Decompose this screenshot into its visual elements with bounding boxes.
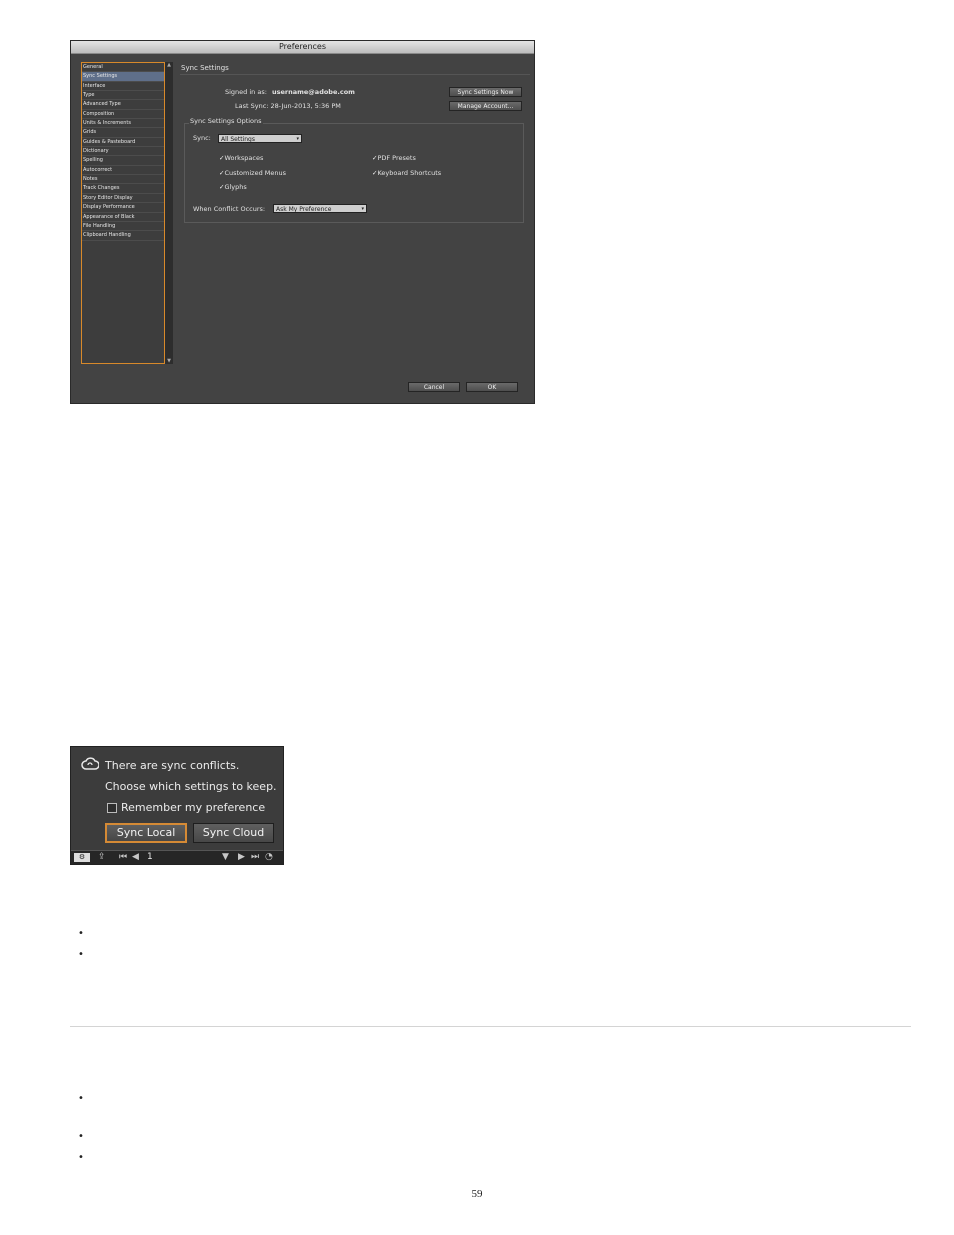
remember-preference-label: Remember my preference [121,801,266,814]
customized-menus-checkbox[interactable]: ✓Customized Menus [219,169,286,177]
sidebar-item-story-editor-display[interactable]: Story Editor Display [82,194,164,204]
sidebar-item-composition[interactable]: Composition [82,110,164,120]
next-page-icon[interactable]: ▶ [238,851,245,864]
page-menu-chevron-icon[interactable]: ▼ [222,851,229,864]
last-sync-text: Last Sync: 28-Jun-2013, 5:36 PM [235,102,341,110]
sidebar-item-advanced-type[interactable]: Advanced Type [82,100,164,110]
section-divider [70,1026,911,1027]
bullet-marker: • [78,1152,84,1163]
workspaces-checkbox[interactable]: ✓Workspaces [219,154,263,162]
sidebar-item-grids[interactable]: Grids [82,128,164,138]
sidebar-item-track-changes[interactable]: Track Changes [82,184,164,194]
sidebar-item-type[interactable]: Type [82,91,164,101]
keyboard-shortcuts-checkbox[interactable]: ✓Keyboard Shortcuts [372,169,441,177]
sync-dropdown-value: All Settings [221,136,255,143]
manage-account-button[interactable]: Manage Account... [449,101,522,111]
sync-settings-now-button[interactable]: Sync Settings Now [449,87,522,97]
scroll-down-icon[interactable]: ▼ [165,358,173,364]
chevron-down-icon: ▾ [296,136,299,142]
bullet-marker: • [78,1093,84,1104]
sync-dropdown[interactable]: All Settings ▾ [218,134,302,143]
previous-page-icon[interactable]: ◀ [132,851,139,864]
sidebar-item-spelling[interactable]: Spelling [82,156,164,166]
preferences-sidebar: General Sync Settings Interface Type Advance… [81,62,165,364]
conflict-dropdown-value: Ask My Preference [276,206,332,213]
dialog-title: Preferences [71,41,534,54]
ok-button[interactable]: OK [466,382,518,392]
export-icon[interactable]: ⇪ [98,851,106,864]
sync-conflict-panel: There are sync conflicts. Choose which s… [70,746,284,865]
sidebar-item-sync-settings[interactable]: Sync Settings [82,72,164,82]
remember-preference-checkbox[interactable] [107,803,117,813]
preferences-dialog: Preferences General Sync Settings Interfac… [70,40,535,404]
bullet-marker: • [78,928,84,939]
sidebar-item-dictionary[interactable]: Dictionary [82,147,164,157]
preflight-icon[interactable]: ⚙ [74,853,90,862]
section-divider [180,74,530,75]
options-group-title: Sync Settings Options [189,117,263,125]
page-number-field[interactable]: 1 [147,851,153,864]
sidebar-item-general[interactable]: General [82,63,164,73]
sync-local-button[interactable]: Sync Local [105,823,187,843]
sidebar-item-guides-pasteboard[interactable]: Guides & Pasteboard [82,138,164,148]
conflict-dropdown[interactable]: Ask My Preference ▾ [273,204,367,213]
bullet-marker: • [78,949,84,960]
conflict-instruction: Choose which settings to keep. [105,780,277,793]
first-page-icon[interactable]: ⏮ [119,851,127,864]
sidebar-item-appearance-of-black[interactable]: Appearance of Black [82,213,164,222]
last-page-icon[interactable]: ⏭ [251,851,259,864]
chevron-down-icon: ▾ [361,206,364,212]
glyphs-checkbox[interactable]: ✓Glyphs [219,183,247,191]
conflict-label: When Conflict Occurs: [193,205,266,213]
scroll-up-icon[interactable]: ▲ [165,62,173,68]
sidebar-item-file-handling[interactable]: File Handling [82,222,164,232]
sidebar-item-interface[interactable]: Interface [82,82,164,92]
cancel-button[interactable]: Cancel [408,382,460,392]
signed-in-label: Signed in as: [225,88,267,96]
creative-cloud-icon [81,757,99,770]
sync-status-icon[interactable]: ◔ [265,851,273,864]
sidebar-item-clipboard-handling[interactable]: Clipboard Handling [82,231,164,241]
sync-label: Sync: [193,134,211,142]
panel-status-bar: ⚙ ⇪ ⏮ ◀ 1 ▼ ▶ ⏭ ◔ [71,850,283,864]
sidebar-item-autocorrect[interactable]: Autocorrect [82,166,164,176]
sidebar-item-units-increments[interactable]: Units & Increments [82,119,164,129]
pdf-presets-checkbox[interactable]: ✓PDF Presets [372,154,416,162]
sidebar-item-display-performance[interactable]: Display Performance [82,203,164,213]
page-number: 59 [471,1188,483,1200]
section-title: Sync Settings [181,64,229,72]
signed-in-value: username@adobe.com [272,88,355,96]
conflict-message: There are sync conflicts. [105,759,240,772]
bullet-marker: • [78,1131,84,1142]
sidebar-scrollbar[interactable]: ▲ ▼ [165,62,173,364]
sync-cloud-button[interactable]: Sync Cloud [193,823,274,843]
sidebar-item-notes[interactable]: Notes [82,175,164,185]
